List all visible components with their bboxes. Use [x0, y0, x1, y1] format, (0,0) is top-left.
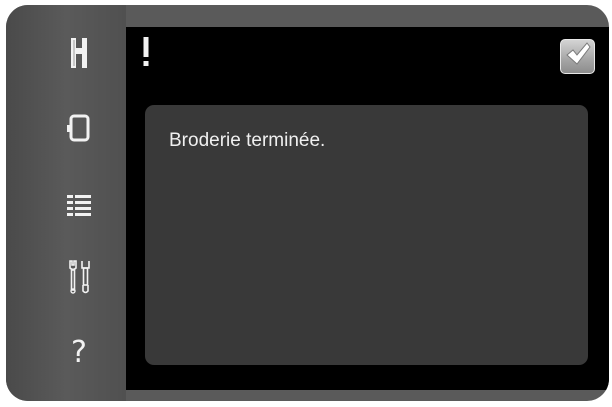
list-button[interactable] [53, 179, 105, 231]
checkmark-icon [565, 42, 591, 71]
sidebar: ? [6, 5, 126, 401]
list-icon [67, 194, 91, 216]
message-panel: Broderie terminée. [126, 27, 609, 390]
machine-screen: ? Broderie terminée. [6, 5, 609, 401]
message-text: Broderie terminée. [169, 130, 326, 151]
message-box: Broderie terminée. [145, 105, 588, 365]
sewing-presser-foot-icon [69, 38, 89, 68]
tools-icon [67, 260, 91, 294]
confirm-button[interactable] [560, 39, 595, 74]
sewing-mode-button[interactable] [53, 27, 105, 79]
alert-icon [143, 37, 149, 66]
hoop-icon [67, 114, 91, 142]
hoop-button[interactable] [53, 102, 105, 154]
settings-tools-button[interactable] [53, 251, 105, 303]
help-button[interactable]: ? [53, 327, 105, 379]
help-icon: ? [71, 335, 87, 370]
